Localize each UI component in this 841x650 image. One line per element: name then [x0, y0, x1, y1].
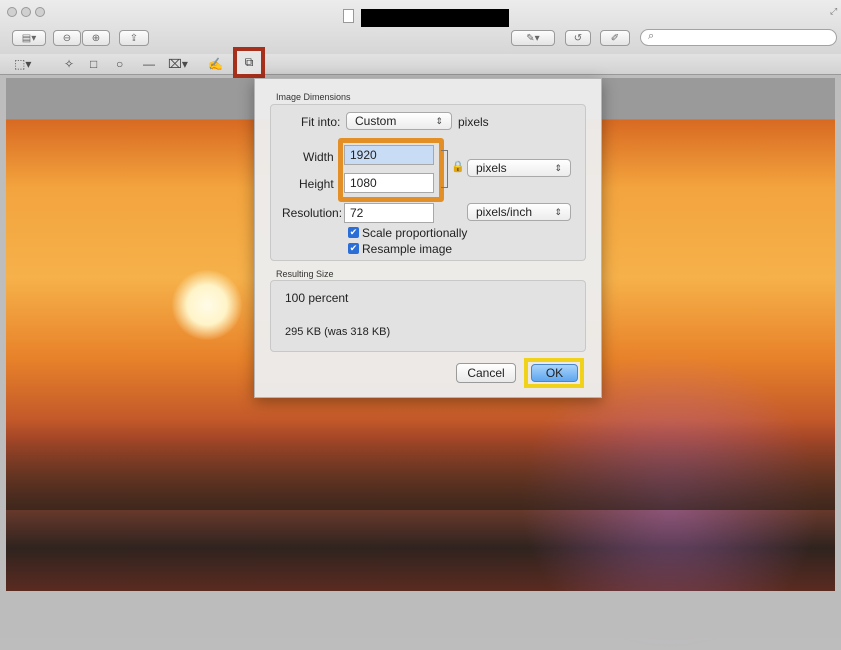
resulting-percent: 100 percent — [285, 291, 349, 305]
lock-icon[interactable]: 🔒 — [451, 160, 465, 173]
resulting-size-heading: Resulting Size — [276, 269, 334, 279]
resolution-label: Resolution: — [282, 206, 343, 220]
minimize-window-button[interactable] — [21, 7, 31, 17]
instant-alpha-icon[interactable]: ✧ — [64, 56, 74, 72]
rotate-button[interactable]: ↺ — [565, 30, 591, 46]
image-sun — [172, 270, 242, 340]
sidebar-button[interactable]: ▤▾ — [12, 30, 46, 46]
image-foreground — [6, 420, 835, 510]
share-icon: ⇪ — [129, 32, 139, 44]
text-icon[interactable]: ⌧▾ — [168, 56, 188, 72]
adjust-size-icon: ⧉ — [244, 55, 254, 69]
chevron-updown-icon: ⇕ — [435, 115, 443, 126]
dimension-unit-value: pixels — [476, 161, 507, 175]
sidebar-icon: ▤▾ — [21, 32, 37, 44]
close-window-button[interactable] — [7, 7, 17, 17]
ok-highlight — [524, 358, 584, 388]
fit-into-unit: pixels — [458, 115, 489, 129]
cancel-button[interactable]: Cancel — [456, 363, 516, 383]
share-button[interactable]: ⇪ — [119, 30, 149, 46]
resample-image-label: Resample image — [362, 242, 453, 256]
zoom-out-icon: ⊖ — [62, 32, 72, 44]
rotate-icon: ↺ — [573, 32, 583, 44]
markup-toolbar — [0, 54, 841, 75]
fullscreen-icon[interactable]: ⤢ — [830, 6, 837, 17]
fit-into-popup[interactable]: Custom ⇕ — [346, 112, 452, 130]
sign-icon[interactable]: ✍ — [208, 56, 223, 72]
adjust-size-button[interactable]: ⧉ — [233, 47, 265, 78]
resulting-file-size: 295 KB (was 318 KB) — [285, 326, 391, 338]
resolution-field[interactable]: 72 — [344, 203, 434, 223]
chevron-updown-icon: ⇕ — [554, 162, 562, 173]
selection-icon[interactable]: ⬚▾ — [14, 56, 31, 72]
fit-into-value: Custom — [355, 114, 397, 128]
markup-toolbox-button[interactable]: ✐ — [600, 30, 630, 46]
annotate-icon: ✎▾ — [526, 32, 540, 44]
resolution-unit-popup[interactable]: pixels/inch ⇕ — [467, 203, 571, 221]
checkmark-icon: ✔ — [349, 243, 358, 253]
window-title — [361, 9, 509, 27]
proportion-bracket — [441, 150, 448, 188]
oval-icon[interactable]: ○ — [116, 56, 123, 72]
line-icon[interactable]: — — [143, 56, 155, 72]
search-icon: ⌕ — [648, 30, 655, 42]
search-field[interactable] — [640, 29, 837, 46]
rectangle-icon[interactable]: □ — [90, 56, 97, 72]
height-label: Height — [299, 177, 334, 191]
markup-toolbox-icon: ✐ — [610, 32, 620, 44]
dimension-unit-popup[interactable]: pixels ⇕ — [467, 159, 571, 177]
document-icon — [343, 9, 354, 23]
resample-image-checkbox[interactable]: ✔ — [348, 243, 359, 254]
annotate-button[interactable]: ✎▾ — [511, 30, 555, 46]
checkmark-icon: ✔ — [349, 227, 358, 237]
zoom-in-icon: ⊕ — [91, 32, 101, 44]
zoom-in-button[interactable]: ⊕ — [82, 30, 110, 46]
width-label: Width — [303, 150, 334, 164]
zoom-out-button[interactable]: ⊖ — [53, 30, 81, 46]
scale-proportionally-checkbox[interactable]: ✔ — [348, 227, 359, 238]
width-height-highlight — [338, 138, 444, 202]
chevron-updown-icon: ⇕ — [554, 206, 562, 217]
scale-proportionally-label: Scale proportionally — [362, 226, 468, 240]
resolution-unit-value: pixels/inch — [476, 205, 533, 219]
zoom-window-button[interactable] — [35, 7, 45, 17]
canvas-margin — [0, 591, 841, 638]
fit-into-label: Fit into: — [301, 115, 341, 129]
image-dimensions-heading: Image Dimensions — [276, 92, 351, 102]
